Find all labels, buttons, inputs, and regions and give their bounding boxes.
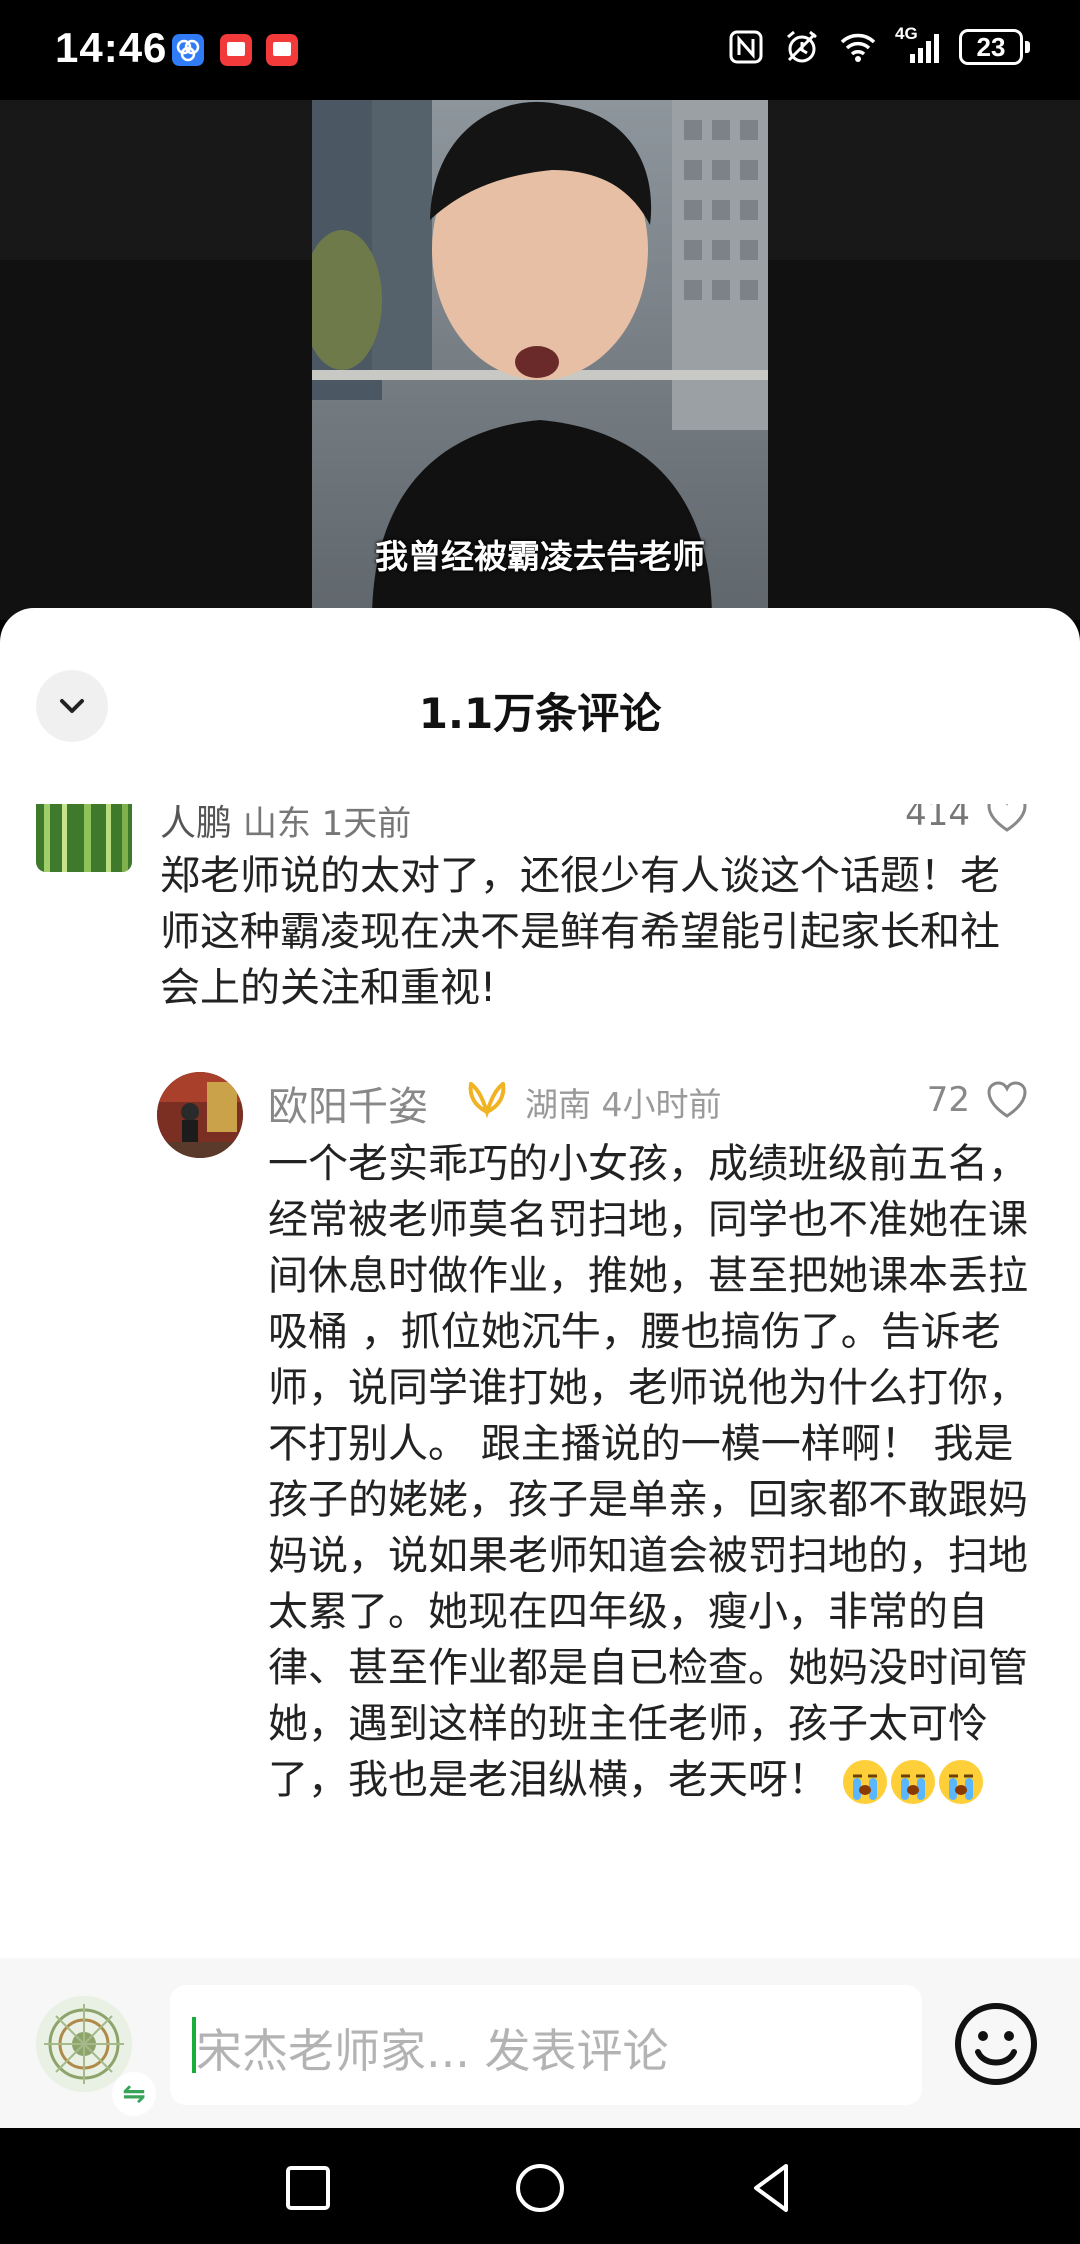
comment-text: 一个老实乖巧的小女孩，成绩班级前五名，经常被老师莫名罚扫地，同学也不准她在课间休… xyxy=(268,1136,1038,1808)
signal-icon: 4G xyxy=(895,24,941,66)
home-icon[interactable] xyxy=(510,2158,570,2218)
emoji-button[interactable] xyxy=(950,1998,1042,2090)
comment-author[interactable]: 欧阳千姿 xyxy=(268,1074,428,1132)
app-icon-red xyxy=(266,34,298,66)
comment-meta: 人鹏 山东 1天前 xyxy=(160,804,411,846)
comment-composer: ⇋ 宋杰老师家... 发表评论 xyxy=(0,1958,1080,2128)
crying-emoji-icon xyxy=(938,1760,983,1804)
back-icon[interactable] xyxy=(742,2158,802,2218)
crying-emoji-icon xyxy=(890,1760,935,1804)
status-bar: 14:46 4G 23 xyxy=(0,0,1080,100)
avatar[interactable] xyxy=(36,804,132,872)
like-count: 414 xyxy=(905,804,970,834)
recent-apps-icon[interactable] xyxy=(278,2158,338,2218)
crying-emoji-icon xyxy=(842,1760,887,1804)
alarm-icon xyxy=(787,30,817,63)
comments-sheet: 1.1万条评论 人鹏 山东 1天前 414 郑老师说的太对了，还很少有人谈这个话… xyxy=(0,608,1080,1958)
comment-input[interactable]: 宋杰老师家... 发表评论 xyxy=(170,1985,922,2105)
comment-author[interactable]: 人鹏 xyxy=(160,804,232,844)
comment-time: 4小时前 xyxy=(601,1085,722,1124)
comment-location: 湖南 xyxy=(525,1085,591,1124)
nfc-icon xyxy=(729,30,763,64)
fan-badge-icon xyxy=(468,1082,506,1118)
video-caption: 我曾经被霸凌去告老师 xyxy=(375,537,705,576)
status-icons: 4G 23 xyxy=(727,24,1030,66)
status-time: 14:46 xyxy=(55,24,168,71)
avatar[interactable] xyxy=(157,1072,243,1158)
app-icon-blue xyxy=(172,34,204,66)
battery-level: 23 xyxy=(959,29,1023,65)
comment-input-placeholder: 宋杰老师家... 发表评论 xyxy=(196,2024,669,2078)
comment-text: 郑老师说的太对了，还很少有人谈这个话题！老师这种霸凌现在决不是鲜有希望能引起家长… xyxy=(160,853,1000,1011)
system-nav-bar xyxy=(0,2128,1080,2244)
app-icon-red xyxy=(220,34,252,66)
heart-icon[interactable] xyxy=(986,804,1028,834)
comments-count-title: 1.1万条评论 xyxy=(418,689,662,738)
comment-text-body: 一个老实乖巧的小女孩，成绩班级前五名，经常被老师莫名罚扫地，同学也不准她在课间休… xyxy=(268,1141,1028,1803)
battery-icon: 23 xyxy=(959,29,1030,65)
comment-location: 山东 xyxy=(242,804,311,844)
like-count: 72 xyxy=(926,1080,970,1120)
comment-list[interactable]: 人鹏 山东 1天前 414 郑老师说的太对了，还很少有人谈这个话题！老师这种霸凌… xyxy=(0,804,1080,1958)
switch-identity-icon[interactable]: ⇋ xyxy=(112,2072,156,2116)
video-frame[interactable]: 我曾经被霸凌去告老师 xyxy=(312,100,768,620)
comment-time: 1天前 xyxy=(321,804,412,844)
video-player[interactable]: 我曾经被霸凌去告老师 xyxy=(0,100,1080,620)
comment-meta: 湖南 4小时前 xyxy=(525,1078,722,1126)
wifi-icon xyxy=(840,33,876,62)
heart-icon[interactable] xyxy=(986,1080,1028,1120)
